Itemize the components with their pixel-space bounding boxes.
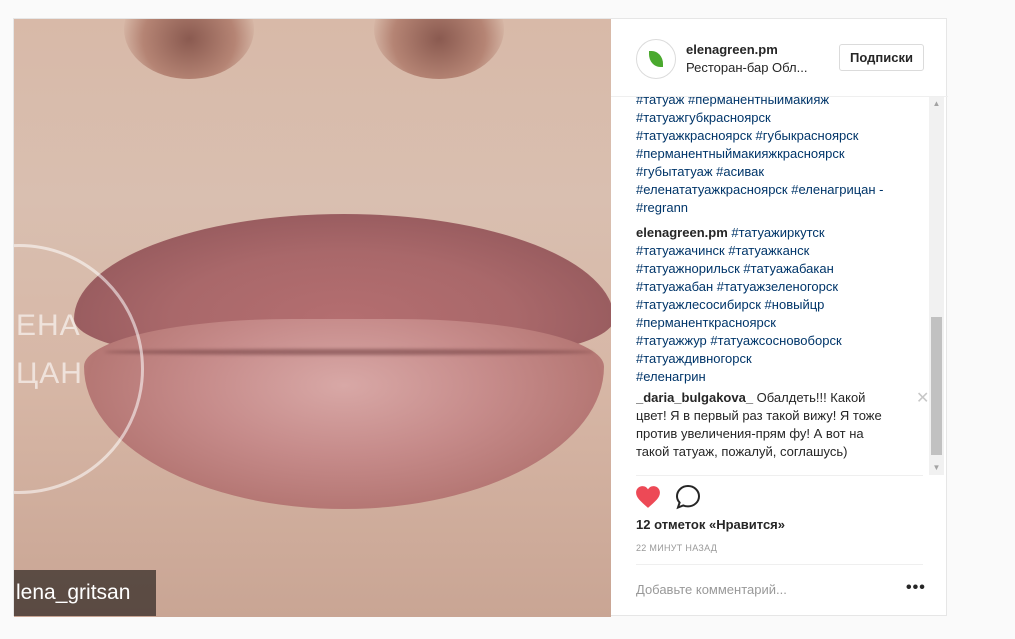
- add-comment-input[interactable]: Добавьте комментарий...: [636, 582, 787, 597]
- follow-button[interactable]: Подписки: [839, 44, 924, 71]
- post-timestamp: 22 МИНУТ НАЗАД: [636, 543, 718, 553]
- hashtag-line[interactable]: #перманенткрасноярск: [636, 314, 921, 332]
- scroll-down-icon[interactable]: ▼: [929, 461, 944, 475]
- comments-list: #татуаж #перманентныймакияж #татуажгубкр…: [636, 97, 936, 475]
- post-sidebar: elenagreen.pm Ресторан-бар Обл... Подпис…: [611, 19, 948, 617]
- nose-shadow-left: [124, 19, 254, 79]
- hashtag-line[interactable]: #губытатуаж #асивак: [636, 163, 921, 181]
- divider: [636, 564, 923, 565]
- hashtag-line[interactable]: #татуажачинск #татуажканск: [636, 242, 921, 260]
- hashtag-line[interactable]: #татуаж #перманентныймакияж: [636, 97, 921, 109]
- comment-hashtags-1: #татуаж #перманентныймакияж #татуажгубкр…: [636, 97, 921, 217]
- hashtag-line[interactable]: #regrann: [636, 199, 921, 217]
- comment-username[interactable]: elenagreen.pm: [636, 225, 728, 240]
- likes-count[interactable]: 12 отметок «Нравится»: [636, 517, 785, 532]
- post-photo[interactable]: ЕНА ЦАН lena_gritsan: [14, 19, 611, 617]
- close-icon[interactable]: ✕: [916, 390, 929, 408]
- location-link[interactable]: Ресторан-бар Обл...: [686, 60, 807, 75]
- comment-hashtags-2: elenagreen.pm #татуажиркутск #татуажачин…: [636, 224, 921, 386]
- username-link[interactable]: elenagreen.pm: [686, 42, 778, 57]
- instagram-post: ЕНА ЦАН lena_gritsan elenagreen.pm Ресто…: [13, 18, 948, 617]
- hashtag-line[interactable]: #еленататуажкрасноярск #еленагрицан -: [636, 181, 921, 199]
- lip-line: [104, 349, 594, 355]
- lower-lip: [84, 319, 604, 509]
- nose-shadow-right: [374, 19, 504, 79]
- hashtag-line[interactable]: #татуажкрасноярск #губыкрасноярск: [636, 127, 921, 145]
- hashtag-line[interactable]: #татуажнорильск #татуажабакан: [636, 260, 921, 278]
- divider: [636, 475, 923, 476]
- watermark-text: ЦАН: [16, 357, 83, 390]
- comment-text: против увеличения-прям фу! А вот на: [636, 426, 864, 441]
- scrollbar-thumb[interactable]: [931, 317, 942, 455]
- leaf-logo-icon: [649, 51, 663, 67]
- comment-text: такой татуаж, пожалуй, соглашусь): [636, 444, 848, 459]
- hashtag-line[interactable]: #татуажгубкрасноярск: [636, 109, 921, 127]
- comment-text: цвет! Я в первый раз такой вижу! Я тоже: [636, 408, 882, 423]
- comment-username[interactable]: _daria_bulgakova_: [636, 390, 753, 405]
- comment-text: Обалдеть!!! Какой: [753, 390, 866, 405]
- scroll-up-icon[interactable]: ▲: [929, 97, 944, 111]
- heart-icon[interactable]: [635, 485, 661, 509]
- hashtag-line[interactable]: #перманентныймакияжкрасноярск: [636, 145, 921, 163]
- photo-credit: lena_gritsan: [14, 570, 156, 616]
- hashtag-line[interactable]: #татуажжур #татуажсосновоборск: [636, 332, 921, 350]
- more-options-icon[interactable]: •••: [906, 579, 926, 597]
- avatar[interactable]: [636, 39, 676, 79]
- comment-daria: _daria_bulgakova_ Обалдеть!!! Какой цвет…: [636, 389, 921, 461]
- hashtag-line[interactable]: #татуажабан #татуажзеленогорск: [636, 278, 921, 296]
- hashtag-line[interactable]: #татуажлесосибирск #новыйцр: [636, 296, 921, 314]
- watermark-text: ЕНА: [16, 309, 81, 342]
- comment-icon[interactable]: [675, 484, 701, 510]
- post-header: elenagreen.pm Ресторан-бар Обл... Подпис…: [611, 19, 948, 97]
- hashtag-line[interactable]: #еленагрин: [636, 368, 921, 386]
- hashtag-line[interactable]: #татуаждивногорск: [636, 350, 921, 368]
- comments-scrollbar[interactable]: ▲ ▼: [929, 97, 944, 475]
- hashtag-line[interactable]: #татуажиркутск: [731, 225, 824, 240]
